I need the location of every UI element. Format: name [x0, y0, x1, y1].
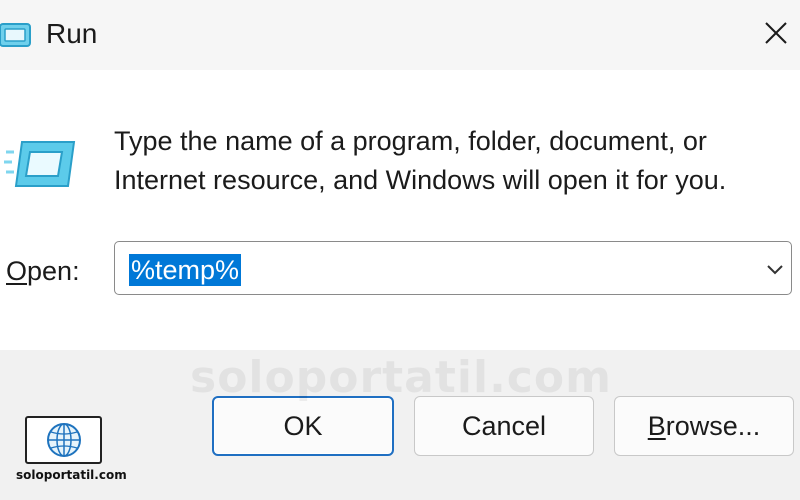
browse-label: rowse... — [665, 410, 761, 441]
logo-caption: soloportatil.com — [16, 468, 127, 482]
run-dialog: Run Type the name of a program, folder, … — [0, 0, 800, 500]
close-icon — [765, 22, 787, 44]
title-bar[interactable]: Run — [0, 0, 800, 70]
browse-button[interactable]: Browse... — [614, 396, 794, 456]
run-icon — [0, 18, 34, 52]
window-title: Run — [46, 18, 98, 49]
description-line-2: Internet resource, and Windows will open… — [114, 165, 727, 195]
chevron-down-icon[interactable] — [763, 257, 787, 281]
watermark-logo — [25, 416, 102, 464]
cancel-button[interactable]: Cancel — [414, 396, 594, 456]
globe-icon — [46, 423, 81, 457]
close-button[interactable] — [752, 6, 800, 60]
run-program-icon — [2, 134, 82, 194]
description-line-1: Type the name of a program, folder, docu… — [114, 126, 707, 156]
ok-button[interactable]: OK — [212, 396, 394, 456]
open-input-selection[interactable]: %temp% — [129, 254, 242, 286]
browse-mnemonic: B — [647, 410, 666, 441]
content-area — [0, 70, 800, 350]
open-combobox[interactable]: %temp% — [114, 241, 792, 295]
watermark-text: soloportatil.com — [190, 352, 612, 403]
open-label: Open: — [6, 253, 80, 289]
dialog-description: Type the name of a program, folder, docu… — [114, 122, 774, 200]
open-label-mnemonic: O — [6, 256, 28, 286]
open-label-text: pen: — [27, 256, 80, 286]
